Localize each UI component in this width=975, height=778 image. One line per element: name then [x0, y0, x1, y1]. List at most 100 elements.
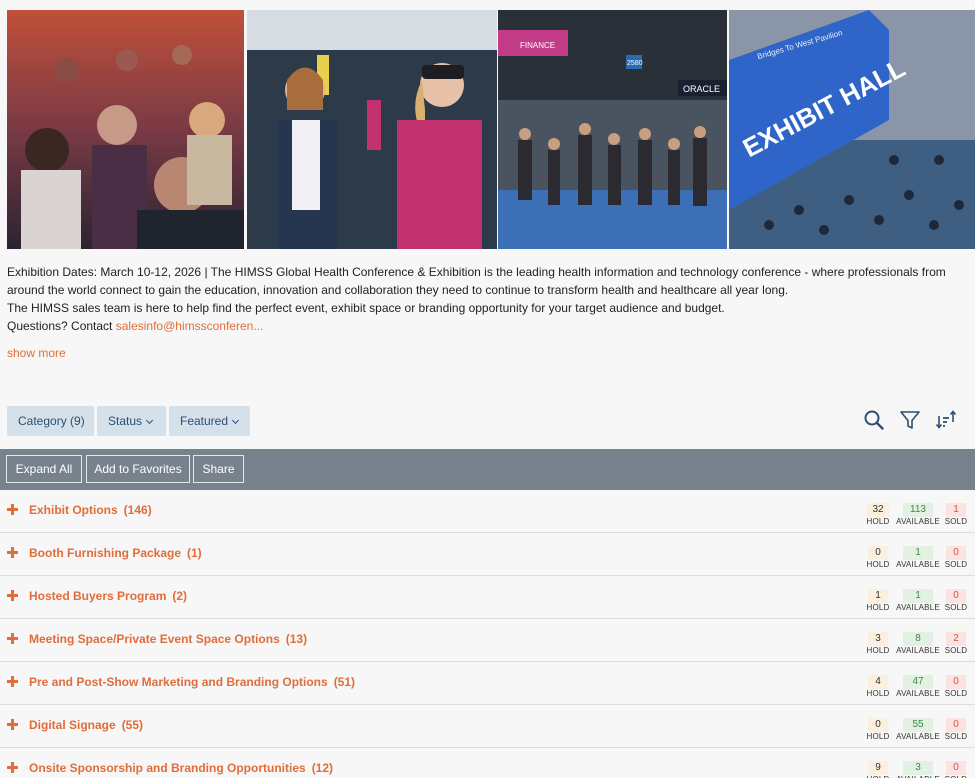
hold-stat: 32 HOLD: [864, 499, 892, 526]
expand-plus-icon[interactable]: [7, 718, 19, 730]
category-count: (12): [311, 761, 334, 775]
share-button[interactable]: Share: [193, 455, 244, 483]
sold-label: SOLD: [944, 517, 968, 526]
available-count: 1: [903, 589, 933, 603]
hold-label: HOLD: [866, 517, 890, 526]
expand-plus-icon[interactable]: [7, 761, 19, 773]
chevron-down-icon: [231, 416, 240, 425]
category-name: Booth Furnishing Package: [29, 546, 182, 560]
show-more-link[interactable]: show more: [7, 346, 66, 360]
category-row[interactable]: Meeting Space/Private Event Space Option…: [0, 619, 975, 662]
available-stat: 3AVAILABLE: [896, 757, 940, 778]
expand-all-button[interactable]: Expand All: [6, 455, 82, 483]
category-count: (2): [172, 589, 188, 603]
booth-number-sign: 2580: [627, 60, 643, 67]
sold-stat: 0SOLD: [944, 714, 968, 741]
sales-email-link[interactable]: salesinfo@himssconferen...: [116, 319, 264, 333]
category-title[interactable]: Exhibit Options (146): [29, 503, 152, 517]
category-title[interactable]: Booth Furnishing Package (1): [29, 546, 202, 560]
available-stat: 113 AVAILABLE: [896, 499, 940, 526]
sold-label: SOLD: [944, 732, 968, 741]
sold-label: SOLD: [944, 689, 968, 698]
available-stat: 47 AVAILABLE: [896, 671, 940, 698]
sold-stat: 0SOLD: [944, 757, 968, 778]
description-line: The HIMSS sales team is here to help fin…: [7, 301, 725, 315]
available-count: 55: [903, 718, 933, 732]
hold-label: HOLD: [866, 560, 890, 569]
exhibit-hall-photo: EXHIBIT HALL Bridges To West Pavilion: [729, 10, 975, 249]
category-title[interactable]: Meeting Space/Private Event Space Option…: [29, 632, 307, 646]
category-row[interactable]: Digital Signage (55) 0 HOLD 55 AVAILABLE 0S…: [0, 705, 975, 748]
sold-stat: 0SOLD: [944, 671, 968, 698]
expand-plus-icon[interactable]: [7, 589, 19, 601]
sold-stat: 0SOLD: [944, 542, 968, 569]
hold-stat: 4 HOLD: [864, 671, 892, 698]
available-stat: 55 AVAILABLE: [896, 714, 940, 741]
category-row[interactable]: Booth Furnishing Package (1) 0 HOLD 1 AVAIL…: [0, 533, 975, 576]
category-row[interactable]: Hosted Buyers Program (2) 1 HOLD 1 AVAILABL…: [0, 576, 975, 619]
hold-stat: 3 HOLD: [864, 628, 892, 655]
category-count: (146): [123, 503, 152, 517]
photo-strip: FINANCE ORACLE 2580 EXHIBIT HALL Bridges…: [7, 10, 975, 249]
category-count: (13): [285, 632, 308, 646]
available-label: AVAILABLE: [896, 603, 940, 612]
category-row[interactable]: Pre and Post-Show Marketing and Branding…: [0, 662, 975, 705]
category-title[interactable]: Digital Signage (55): [29, 718, 143, 732]
hold-count: 0: [868, 546, 888, 560]
contact-line: Questions? Contact salesinfo@himssconfer…: [7, 317, 967, 335]
description-line: around the world connect to gain the edu…: [7, 283, 789, 297]
category-name: Exhibit Options: [29, 503, 118, 517]
featured-filter-label: Featured: [180, 414, 229, 428]
available-count: 47: [903, 675, 933, 689]
expand-plus-icon[interactable]: [7, 632, 19, 644]
hold-count: 1: [868, 589, 888, 603]
booth-sign-oracle: ORACLE: [683, 84, 720, 94]
add-to-favorites-button[interactable]: Add to Favorites: [86, 455, 190, 483]
hold-label: HOLD: [866, 646, 890, 655]
sold-count: 2: [946, 632, 966, 646]
sold-count: 0: [946, 675, 966, 689]
booth-sign-finance: FINANCE: [520, 41, 555, 50]
hold-count: 32: [867, 503, 889, 517]
category-filter-label: Category (9): [18, 414, 85, 428]
expand-plus-icon[interactable]: [7, 675, 19, 687]
expand-plus-icon[interactable]: [7, 503, 19, 515]
category-name: Meeting Space/Private Event Space Option…: [29, 632, 280, 646]
hold-stat: 0 HOLD: [864, 714, 892, 741]
category-row[interactable]: Onsite Sponsorship and Branding Opportun…: [0, 748, 975, 778]
category-title[interactable]: Hosted Buyers Program (2): [29, 589, 187, 603]
hold-stat: 9HOLD: [864, 757, 892, 778]
expand-plus-icon[interactable]: [7, 546, 19, 558]
contact-prefix: Questions? Contact: [7, 319, 116, 333]
demo-photo: [247, 10, 497, 249]
category-title[interactable]: Onsite Sponsorship and Branding Opportun…: [29, 761, 333, 775]
filter-icon[interactable]: [898, 408, 922, 432]
available-stat: 1 AVAILABLE: [896, 542, 940, 569]
hold-label: HOLD: [866, 689, 890, 698]
available-label: AVAILABLE: [896, 560, 940, 569]
sold-count: 0: [946, 589, 966, 603]
sold-count: 0: [946, 761, 966, 775]
sold-stat: 1 SOLD: [944, 499, 968, 526]
category-name: Digital Signage: [29, 718, 116, 732]
category-filter-button[interactable]: Category (9): [7, 406, 94, 436]
sort-icon[interactable]: [934, 408, 958, 432]
sold-count: 0: [946, 718, 966, 732]
search-icon[interactable]: [862, 408, 886, 432]
category-row[interactable]: Exhibit Options (146) 32 HOLD 113 AVAILABLE…: [0, 490, 975, 533]
hold-label: HOLD: [866, 732, 890, 741]
sold-label: SOLD: [944, 603, 968, 612]
audience-photo: [7, 10, 244, 249]
available-stat: 1 AVAILABLE: [896, 585, 940, 612]
sold-count: 0: [946, 546, 966, 560]
category-name: Onsite Sponsorship and Branding Opportun…: [29, 761, 306, 775]
sold-label: SOLD: [944, 646, 968, 655]
sold-stat: 2 SOLD: [944, 628, 968, 655]
category-title[interactable]: Pre and Post-Show Marketing and Branding…: [29, 675, 355, 689]
status-filter-button[interactable]: Status: [97, 406, 166, 436]
category-count: (1): [187, 546, 202, 560]
available-label: AVAILABLE: [896, 517, 940, 526]
category-list: Exhibit Options (146) 32 HOLD 113 AVAILABLE…: [0, 490, 975, 778]
featured-filter-button[interactable]: Featured: [169, 406, 250, 436]
available-count: 1: [903, 546, 933, 560]
